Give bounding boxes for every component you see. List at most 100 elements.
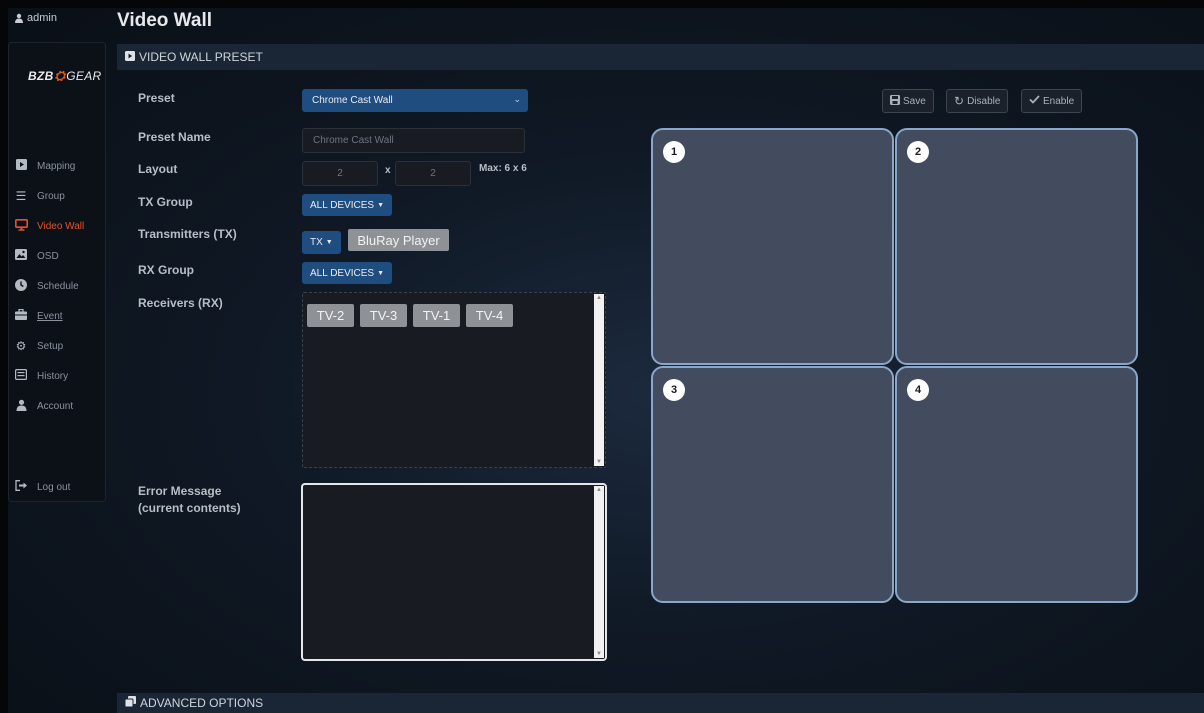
user-menu[interactable]: admin xyxy=(14,12,57,24)
sidebar-item-setup[interactable]: ⚙ Setup xyxy=(14,338,64,354)
error-message-label: Error Message (current contents) xyxy=(138,483,241,517)
video-wall-preset-header: VIDEO WALL PRESET xyxy=(117,44,1204,70)
receiver-chip[interactable]: TV-1 xyxy=(413,304,460,327)
play-square-icon xyxy=(14,159,28,173)
clock-icon xyxy=(14,278,28,294)
briefcase-icon xyxy=(14,308,28,323)
caret-down-icon: ▼ xyxy=(325,239,333,246)
preset-name-label: Preset Name xyxy=(138,130,211,144)
tx-dropdown[interactable]: TX ▼ xyxy=(302,231,341,254)
list-icon: ☰ xyxy=(15,189,27,203)
layout-label: Layout xyxy=(138,162,178,176)
sidebar-item-label: OSD xyxy=(37,250,59,262)
monitor-icon xyxy=(14,218,28,234)
layout-max-note: Max: 6 x 6 xyxy=(479,163,527,174)
wall-cell[interactable]: 3 xyxy=(651,366,894,603)
sidebar-item-schedule[interactable]: Schedule xyxy=(14,278,79,294)
panel-title: ADVANCED OPTIONS xyxy=(140,696,264,710)
logout-link[interactable]: Log out xyxy=(14,479,70,495)
receiver-chip[interactable]: TV-3 xyxy=(360,304,407,327)
cell-number-badge: 3 xyxy=(663,379,685,401)
logo-left-text: BZB xyxy=(28,69,54,83)
layout-columns-input[interactable]: 2 xyxy=(302,161,378,186)
rx-group-dropdown[interactable]: ALL DEVICES ▼ xyxy=(302,262,393,284)
disable-button[interactable]: ↻ Disable xyxy=(946,89,1009,113)
tx-group-dropdown-label: ALL DEVICES xyxy=(310,199,375,211)
refresh-icon: ↻ xyxy=(954,94,965,108)
top-strip xyxy=(0,0,1204,8)
tx-group-label: TX Group xyxy=(138,195,193,209)
layout-rows-value: 2 xyxy=(430,168,436,179)
cell-number-badge: 1 xyxy=(663,141,685,163)
floppy-disk-icon xyxy=(890,94,900,108)
wall-cell[interactable]: 2 xyxy=(895,128,1138,365)
preset-select[interactable]: Chrome Cast Wall ⌄ xyxy=(302,89,528,112)
sidebar-item-label: Mapping xyxy=(37,160,76,172)
disable-button-label: Disable xyxy=(967,95,1001,107)
brand-logo: BZB ⛭ GEAR xyxy=(28,68,101,84)
error-message-scrollbar[interactable]: ▲ ▼ xyxy=(594,486,604,658)
scroll-down-icon: ▼ xyxy=(596,651,602,657)
copy-icon xyxy=(124,696,136,710)
sidebar-item-event[interactable]: Event xyxy=(14,308,63,324)
tx-group-dropdown[interactable]: ALL DEVICES ▼ xyxy=(302,194,393,216)
play-square-icon xyxy=(125,50,135,64)
advanced-options-header[interactable]: ADVANCED OPTIONS xyxy=(117,693,1204,713)
scroll-up-icon: ▲ xyxy=(596,295,602,301)
error-message-subtitle: (current contents) xyxy=(138,501,241,515)
sidebar-item-label: Event xyxy=(37,310,63,322)
receiver-chip[interactable]: TV-4 xyxy=(466,304,513,327)
receiver-chip[interactable]: TV-2 xyxy=(307,304,354,327)
sidebar-item-account[interactable]: Account xyxy=(14,398,73,414)
gear-icon: ⚙ xyxy=(15,339,27,353)
user-icon xyxy=(14,399,28,414)
page-title: Video Wall xyxy=(117,10,213,31)
tx-dropdown-label: TX xyxy=(310,237,323,248)
enable-button-label: Enable xyxy=(1043,95,1075,107)
transmitters-label: Transmitters (TX) xyxy=(138,227,237,241)
user-icon xyxy=(15,13,23,23)
sidebar-item-label: Group xyxy=(37,190,65,202)
sidebar-item-group[interactable]: ☰ Group xyxy=(14,188,65,204)
sidebar-item-label: Video Wall xyxy=(37,220,85,232)
rx-group-dropdown-label: ALL DEVICES xyxy=(310,267,375,279)
preset-select-value: Chrome Cast Wall xyxy=(312,95,393,106)
username: admin xyxy=(27,12,57,24)
cell-number-badge: 4 xyxy=(907,379,929,401)
rx-group-label: RX Group xyxy=(138,263,194,277)
error-message-title: Error Message xyxy=(138,484,222,498)
receivers-label: Receivers (RX) xyxy=(138,296,223,310)
layout-columns-value: 2 xyxy=(337,168,343,179)
caret-down-icon: ▼ xyxy=(377,201,385,209)
sign-out-icon xyxy=(14,480,28,494)
layout-rows-input[interactable]: 2 xyxy=(395,161,471,186)
error-message-textarea[interactable]: ▲ ▼ xyxy=(301,483,607,661)
chevron-down-icon: ⌄ xyxy=(513,94,521,104)
scroll-up-icon: ▲ xyxy=(596,487,602,493)
cell-number-badge: 2 xyxy=(907,141,929,163)
save-button[interactable]: Save xyxy=(882,89,934,113)
scroll-down-icon: ▼ xyxy=(596,459,602,465)
sidebar-item-video-wall[interactable]: Video Wall xyxy=(14,218,84,234)
save-button-label: Save xyxy=(903,95,926,107)
wall-cell[interactable]: 4 xyxy=(895,366,1138,603)
sidebar-item-label: Schedule xyxy=(37,280,79,292)
sidebar xyxy=(8,42,106,502)
wall-cell[interactable]: 1 xyxy=(651,128,894,365)
logo-mark-icon: ⛭ xyxy=(54,68,66,83)
preset-label: Preset xyxy=(138,91,175,105)
logout-label: Log out xyxy=(37,481,71,493)
sidebar-item-history[interactable]: History xyxy=(14,368,68,384)
sidebar-item-osd[interactable]: OSD xyxy=(14,248,59,264)
caret-down-icon: ▼ xyxy=(377,269,385,277)
sidebar-item-label: Setup xyxy=(37,340,64,352)
list-box-icon xyxy=(14,369,28,383)
enable-button[interactable]: Enable xyxy=(1021,89,1083,113)
receivers-scrollbar[interactable]: ▲ ▼ xyxy=(594,294,604,466)
panel-title: VIDEO WALL PRESET xyxy=(139,50,263,64)
transmitter-chip[interactable]: BluRay Player xyxy=(348,229,449,251)
sidebar-item-label: Account xyxy=(37,400,74,412)
left-strip xyxy=(0,0,8,713)
sidebar-item-mapping[interactable]: Mapping xyxy=(14,158,75,174)
preset-name-input[interactable]: Chrome Cast Wall xyxy=(302,128,525,153)
